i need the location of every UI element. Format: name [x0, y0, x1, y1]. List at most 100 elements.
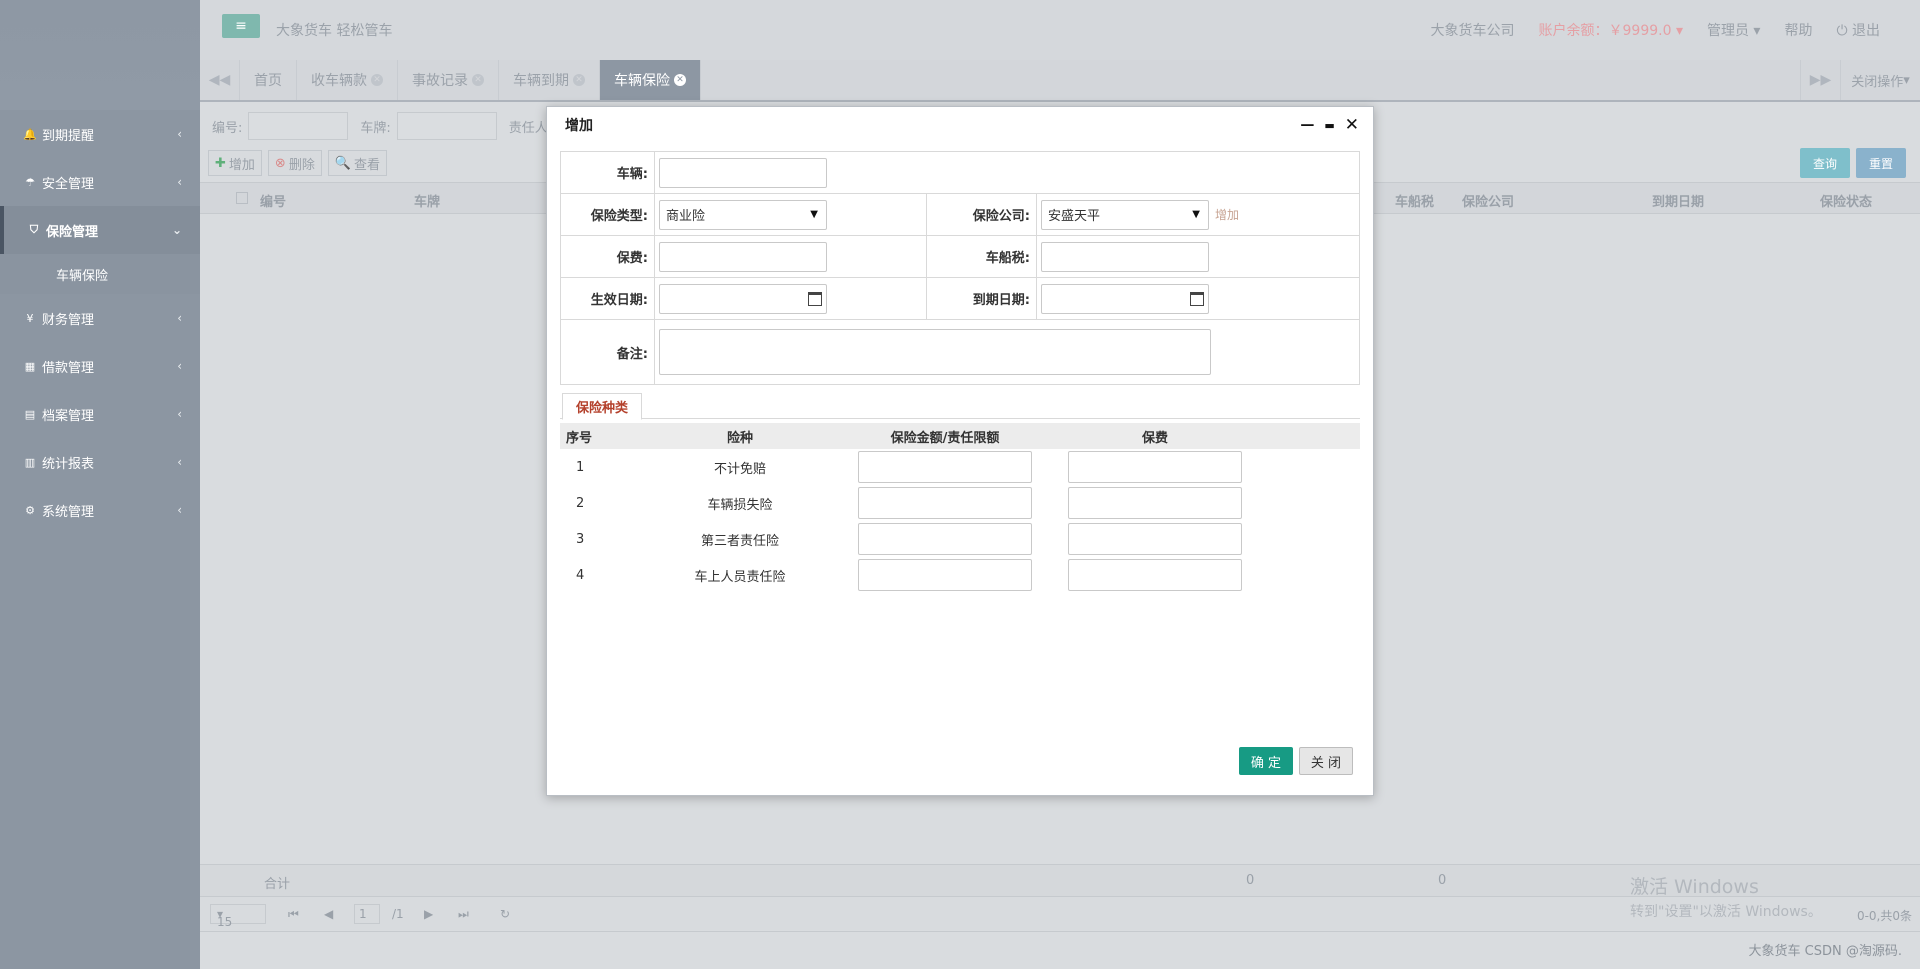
query-buttons: 查询 重置	[1800, 148, 1906, 178]
first-page-icon[interactable]: ⏮	[288, 907, 299, 922]
close-operations-dropdown[interactable]: 关闭操作 ▾	[1840, 60, 1920, 100]
plus-icon: ✚	[215, 155, 226, 171]
query-button[interactable]: 查询	[1800, 148, 1850, 178]
plate-filter-input[interactable]	[396, 112, 497, 140]
header-right: 大象货车公司 账户余额：￥9999.0 ▾ 管理员 ▾ 帮助 ⏻ 退出	[1431, 20, 1881, 40]
sidebar-item-archive[interactable]: ▤ 档案管理 ‹	[0, 390, 200, 438]
logout-label: 退出	[1852, 23, 1880, 39]
close-tab-icon[interactable]: ✕	[472, 74, 484, 86]
chevron-left-icon: ‹	[177, 175, 182, 189]
amount-input[interactable]	[858, 487, 1032, 519]
sidebar-item-insurance[interactable]: ⛉ 保险管理 ⌄	[0, 206, 200, 254]
add-company-link[interactable]: 增加	[1215, 206, 1239, 223]
insurance-type-label: 保险类型:	[561, 194, 655, 235]
vessel-tax-input[interactable]	[1041, 241, 1209, 272]
sidebar-item-reports[interactable]: ▥ 统计报表 ‹	[0, 438, 200, 486]
help-link[interactable]: 帮助	[1784, 20, 1812, 40]
user-name: 管理员	[1706, 23, 1749, 39]
fee-cell	[655, 236, 927, 277]
premium-input[interactable]	[1068, 451, 1242, 483]
premium-input[interactable]	[1068, 487, 1242, 519]
tab-insurance-kind[interactable]: 保险种类	[562, 393, 642, 420]
sidebar-item-system[interactable]: ⚙ 系统管理 ‹	[0, 486, 200, 534]
refresh-icon[interactable]: ↻	[500, 907, 510, 921]
tab-collect-payment[interactable]: 收车辆款 ✕	[297, 60, 398, 100]
premium-input[interactable]	[1068, 523, 1242, 555]
end-date-input[interactable]	[1041, 283, 1209, 314]
tabs-scroll-right-button[interactable]: ▶▶	[1800, 60, 1840, 100]
column-header[interactable]: 保险公司	[1462, 191, 1514, 210]
power-icon: ⏻	[1836, 23, 1852, 39]
amount-cell	[840, 523, 1050, 555]
sidebar-item-finance[interactable]: ¥ 财务管理 ‹	[0, 294, 200, 342]
start-date-input[interactable]	[659, 283, 827, 314]
insurance-type-select[interactable]: 商业险 ▼	[659, 199, 827, 230]
calendar-icon[interactable]	[808, 291, 822, 306]
close-tab-icon[interactable]: ✕	[573, 74, 585, 86]
account-balance[interactable]: 账户余额：￥9999.0 ▾	[1539, 20, 1683, 40]
premium-cell	[1050, 559, 1260, 591]
remark-textarea[interactable]	[659, 329, 1211, 375]
insurance-company-select[interactable]: 安盛天平 ▼	[1041, 199, 1209, 230]
logout-link[interactable]: ⏻ 退出	[1836, 20, 1880, 40]
add-button[interactable]: ✚ 增加	[208, 150, 262, 176]
confirm-button[interactable]: 确 定	[1239, 747, 1293, 775]
page-size-select[interactable]: 15 ▾	[210, 904, 266, 929]
calendar-icon[interactable]	[1190, 291, 1204, 306]
number-filter-input[interactable]	[248, 112, 349, 140]
maximize-icon[interactable]: ▬	[1324, 119, 1334, 132]
page-number-input[interactable]: 1	[354, 904, 380, 924]
insurance-type-cell: 商业险 ▼	[655, 194, 927, 235]
balance-text: 账户余额：￥9999.0	[1538, 23, 1672, 39]
close-tab-icon[interactable]: ✕	[674, 74, 686, 86]
grid-toolbar: ✚ 增加 ⊗ 删除 🔍 查看	[208, 150, 388, 176]
next-page-icon[interactable]: ▶	[424, 907, 433, 921]
chevron-down-icon: ⌄	[171, 223, 182, 237]
sidebar-item-loan[interactable]: ▦ 借款管理 ‹	[0, 342, 200, 390]
company-name: 大象货车公司	[1430, 23, 1515, 39]
column-header[interactable]: 到期日期	[1652, 191, 1704, 210]
prev-page-icon[interactable]: ◀	[324, 907, 333, 921]
form-row-remark: 备注:	[561, 320, 1359, 384]
close-button[interactable]: 关 闭	[1299, 747, 1353, 775]
last-page-icon[interactable]: ⏭	[458, 907, 469, 922]
watermark-line2: 转到"设置"以激活 Windows。	[1630, 904, 1822, 920]
column-header[interactable]: 编号	[260, 191, 286, 210]
tab-home[interactable]: 首页	[240, 60, 297, 100]
sidebar-subitem-vehicle-insurance[interactable]: 车辆保险	[0, 254, 200, 294]
insurance-company-value: 安盛天平	[1048, 209, 1101, 224]
amount-input[interactable]	[858, 559, 1032, 591]
sidebar-item-expiry[interactable]: 🔔 到期提醒 ‹	[0, 110, 200, 158]
number-filter-label: 编号:	[212, 120, 243, 136]
insurance-form: 车辆: 保险类型: 商业险 ▼ 保险公司: 安盛天平 ▼ 增加 保费: 车船税:…	[560, 151, 1360, 385]
premium-input[interactable]	[1068, 559, 1242, 591]
delete-button[interactable]: ⊗ 删除	[267, 150, 322, 176]
view-button[interactable]: 🔍 查看	[327, 150, 388, 176]
vehicle-input[interactable]	[659, 157, 827, 188]
amount-input[interactable]	[858, 451, 1032, 483]
page-size-value: 15	[217, 915, 233, 929]
sidebar-item-label: 到期提醒	[42, 128, 95, 144]
sidebar-item-label: 档案管理	[42, 408, 95, 424]
column-header[interactable]: 车牌	[414, 191, 440, 210]
tab-vehicle-expiry[interactable]: 车辆到期 ✕	[499, 60, 600, 100]
select-all-checkbox[interactable]	[236, 192, 248, 204]
close-icon[interactable]: ✕	[1345, 115, 1359, 135]
close-tab-icon[interactable]: ✕	[371, 74, 383, 86]
tab-vehicle-insurance[interactable]: 车辆保险 ✕	[600, 60, 701, 100]
tabs-scroll-left-button[interactable]: ◀◀	[200, 60, 240, 100]
top-header: ≡ 大象货车 轻松管车 大象货车公司 账户余额：￥9999.0 ▾ 管理员 ▾ …	[200, 0, 1920, 60]
menu-toggle-button[interactable]: ≡	[222, 14, 260, 38]
amount-input[interactable]	[858, 523, 1032, 555]
reset-button[interactable]: 重置	[1856, 148, 1906, 178]
sidebar-item-safety[interactable]: ☂ 安全管理 ‹	[0, 158, 200, 206]
fee-input[interactable]	[659, 241, 827, 272]
column-header[interactable]: 车船税	[1395, 191, 1434, 210]
brand-slogan: 大象货车 轻松管车	[276, 23, 393, 39]
user-menu[interactable]: 管理员 ▾	[1707, 20, 1760, 40]
tab-accident-records[interactable]: 事故记录 ✕	[398, 60, 499, 100]
column-header[interactable]: 保险状态	[1820, 191, 1872, 210]
chevron-left-icon: ‹	[177, 127, 182, 141]
minimize-icon[interactable]: —	[1300, 117, 1314, 133]
add-label: 增加	[228, 157, 255, 173]
